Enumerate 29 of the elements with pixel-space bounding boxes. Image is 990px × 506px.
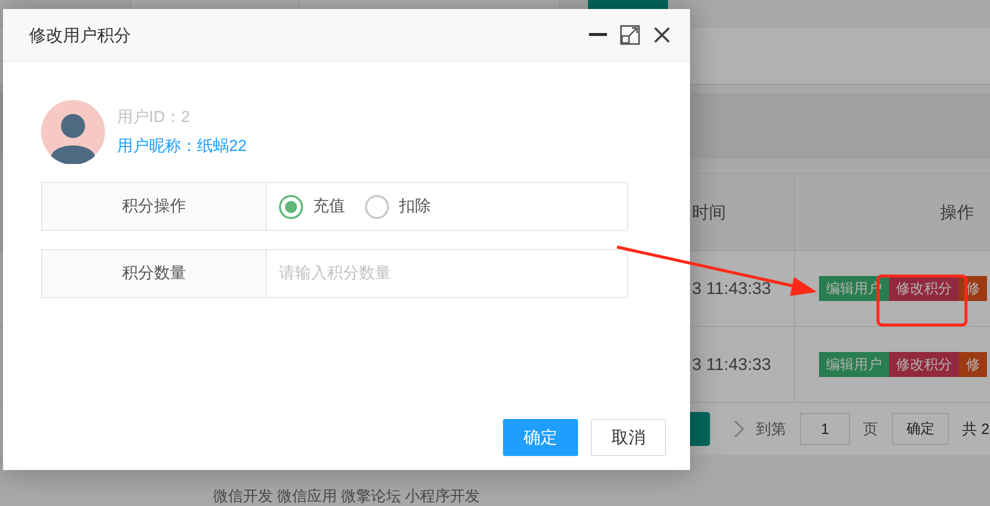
footer-link[interactable]: 微信开发 xyxy=(213,487,273,506)
next-page-icon[interactable] xyxy=(734,420,744,438)
radio-option[interactable]: 充值 xyxy=(279,194,345,218)
action-button[interactable]: 编辑用户 xyxy=(819,352,889,377)
radio-icon[interactable] xyxy=(279,194,303,218)
page-unit: 页 xyxy=(863,420,878,438)
close-icon[interactable] xyxy=(652,25,672,45)
user-avatar xyxy=(41,100,105,164)
radio-icon[interactable] xyxy=(365,194,389,218)
footer-link[interactable]: 微信应用 xyxy=(277,487,337,506)
field-label: 积分数量 xyxy=(41,249,267,298)
action-button[interactable]: 修改积分 xyxy=(889,276,959,301)
maximize-icon[interactable] xyxy=(620,25,640,45)
goto-label: 到第 xyxy=(756,420,786,438)
field-label: 积分操作 xyxy=(42,183,267,230)
user-nickname: 用户昵称：纸蜗22 xyxy=(117,136,247,157)
column-header: 操作 xyxy=(939,202,975,224)
cancel-button[interactable]: 取消 xyxy=(591,419,666,456)
confirm-button[interactable]: 确定 xyxy=(503,419,578,456)
dialog-title: 修改用户积分 xyxy=(29,24,132,46)
footer-link[interactable]: 小程序开发 xyxy=(405,487,480,506)
action-button[interactable]: 修 xyxy=(959,352,987,377)
footer-link[interactable]: 微擎论坛 xyxy=(341,487,401,506)
radio-option[interactable]: 扣除 xyxy=(365,194,431,218)
user-id: 用户ID：2 xyxy=(117,108,191,128)
page-input[interactable]: 1 xyxy=(800,413,850,445)
action-button[interactable]: 修改积分 xyxy=(889,352,959,377)
go-button[interactable]: 确定 xyxy=(892,413,949,445)
total-count: 共 2 xyxy=(962,420,990,438)
